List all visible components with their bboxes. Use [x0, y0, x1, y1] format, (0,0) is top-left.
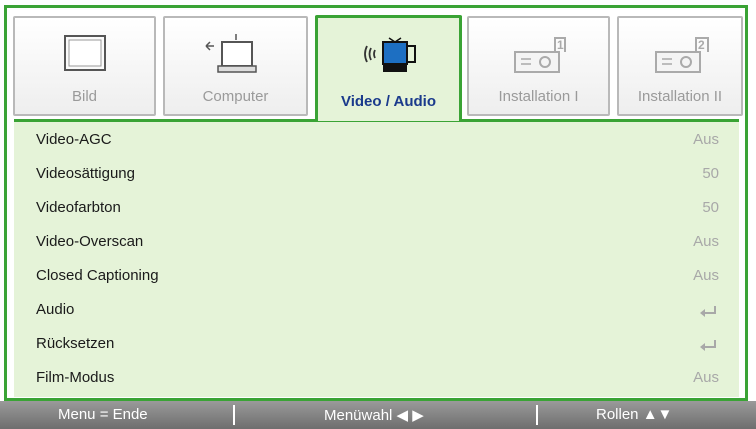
tab-installation-2[interactable]: 2 Installation II — [617, 16, 743, 116]
menu-item-closed-captioning[interactable]: Closed Captioning Aus — [14, 262, 739, 292]
tab-label: Installation I — [498, 88, 579, 105]
monitor-icon — [63, 35, 106, 71]
menu-item-ruecksetzen[interactable]: Rücksetzen — [14, 330, 739, 360]
svg-text:2: 2 — [698, 38, 705, 52]
tab-label: Computer — [202, 88, 269, 105]
menu-item-value: Aus — [693, 233, 719, 250]
tab-bar: Bild Computer Video / Audio 1 Installati… — [7, 8, 745, 121]
tab-installation-1[interactable]: 1 Installation I — [467, 16, 610, 116]
menu-panel: Video-AGC Aus Videosättigung 50 Videofar… — [14, 119, 739, 397]
enter-icon — [700, 306, 716, 317]
menu-item-value: Aus — [693, 131, 719, 148]
menu-item-label: Closed Captioning — [36, 267, 159, 284]
footer-hint-bar: Menu = Ende Menüwahl ◀ ▶ Rollen ▲▼ — [0, 401, 756, 429]
footer-divider — [233, 405, 235, 425]
footer-divider — [536, 405, 538, 425]
projector-1-icon: 1 — [513, 37, 566, 73]
menu-item-label: Video-Overscan — [36, 233, 144, 250]
svg-text:1: 1 — [557, 38, 564, 52]
tab-label: Installation II — [637, 88, 723, 105]
menu-item-value: Aus — [693, 267, 719, 284]
menu-item-label: Rücksetzen — [36, 335, 115, 352]
tab-video-audio[interactable]: Video / Audio — [315, 15, 462, 121]
menu-item-label: Videofarbton — [36, 199, 121, 216]
footer-scroll-hint: Rollen ▲▼ — [596, 406, 673, 423]
tab-bild[interactable]: Bild — [13, 16, 156, 116]
menu-item-video-agc[interactable]: Video-AGC Aus — [14, 126, 739, 156]
tab-label: Bild — [71, 88, 97, 105]
projector-2-icon: 2 — [655, 37, 709, 73]
tab-computer[interactable]: Computer — [163, 16, 308, 116]
menu-item-video-overscan[interactable]: Video-Overscan Aus — [14, 228, 739, 258]
menu-item-videofarbton[interactable]: Videofarbton 50 — [14, 194, 739, 224]
menu-item-label: Video-AGC — [36, 131, 112, 148]
menu-item-videosaettigung[interactable]: Videosättigung 50 — [14, 160, 739, 190]
menu-item-label: Film-Modus — [36, 369, 115, 386]
footer-exit-hint: Menu = Ende — [58, 406, 148, 423]
computer-icon — [204, 34, 257, 73]
footer-select-hint: Menüwahl ◀ ▶ — [324, 407, 424, 424]
osd-menu-frame: Bild Computer Video / Audio 1 Installati… — [4, 5, 748, 401]
menu-item-label: Audio — [36, 301, 75, 318]
video-audio-icon — [363, 37, 416, 72]
menu-item-label: Videosättigung — [36, 165, 135, 182]
tab-label: Video / Audio — [340, 93, 436, 110]
menu-item-audio[interactable]: Audio — [14, 296, 739, 326]
enter-icon — [700, 340, 716, 351]
menu-item-film-modus[interactable]: Film-Modus Aus — [14, 364, 739, 394]
menu-item-value: 50 — [702, 199, 719, 216]
menu-item-value: Aus — [693, 369, 719, 386]
menu-item-value: 50 — [702, 165, 719, 182]
